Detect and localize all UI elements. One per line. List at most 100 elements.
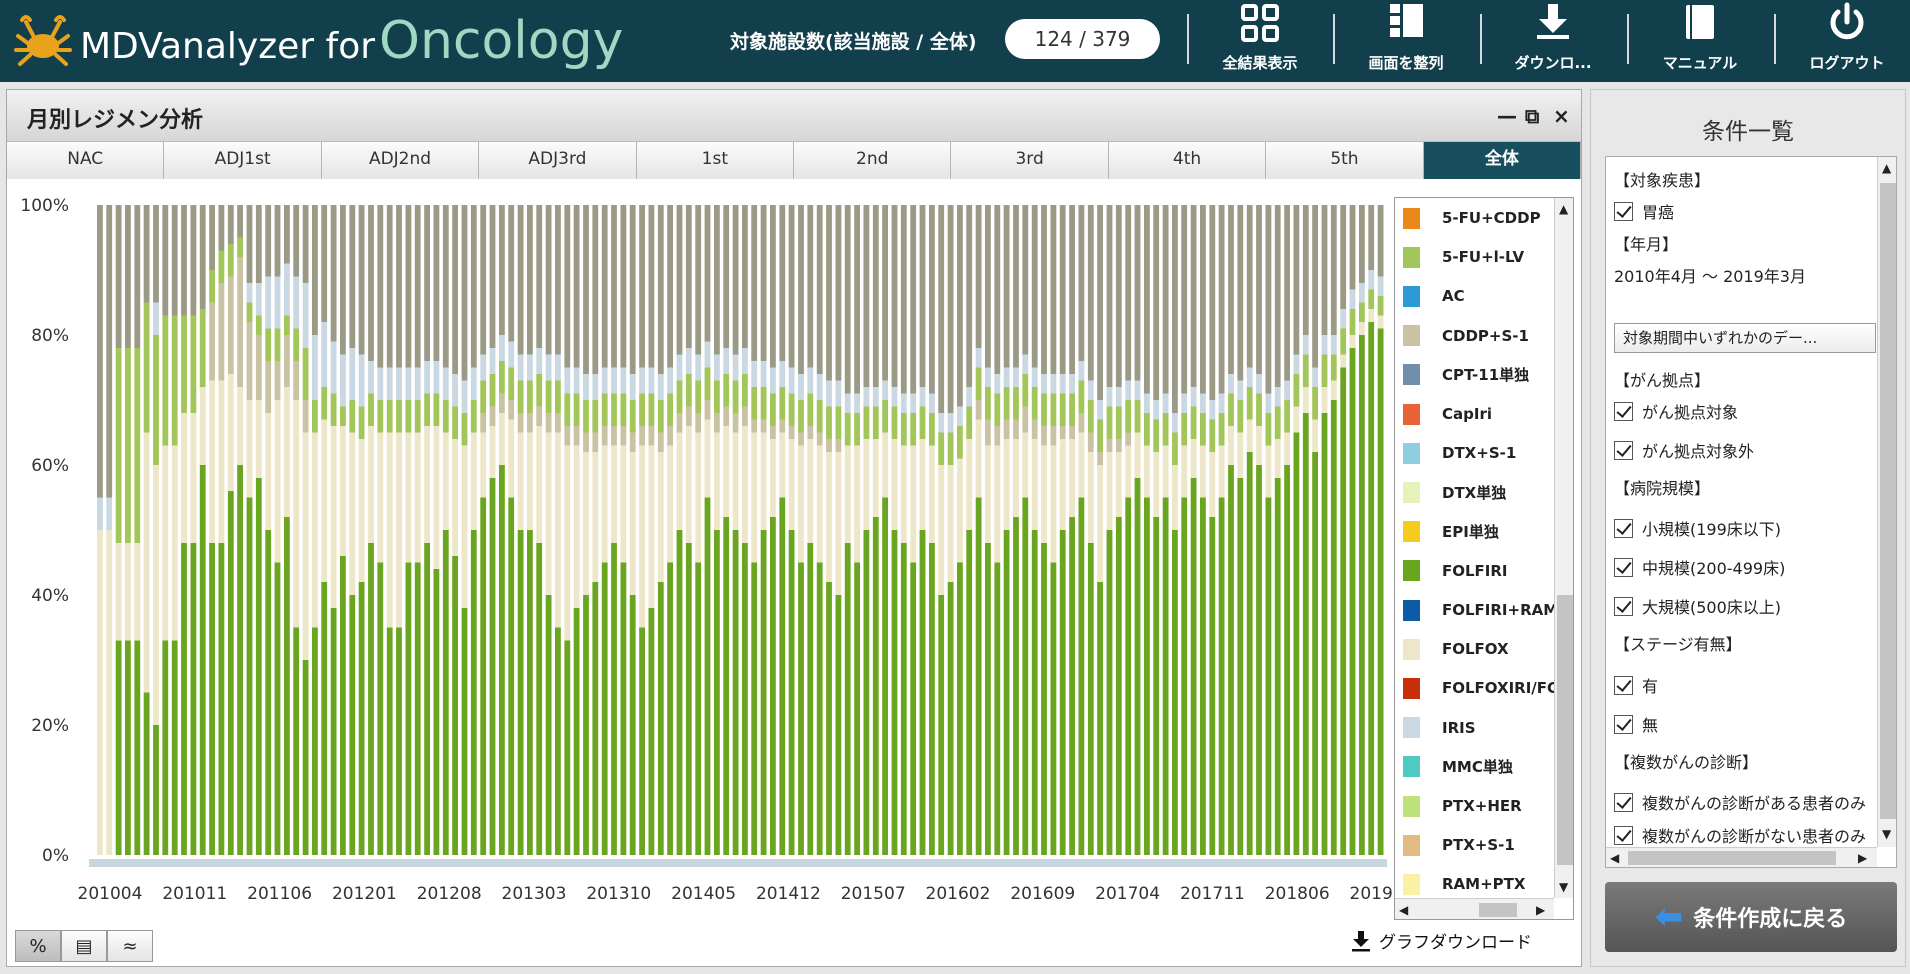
bar-segment: [1078, 432, 1085, 498]
back-to-conditions-button[interactable]: ⬅ 条件作成に戻る: [1605, 882, 1897, 952]
tab-1st[interactable]: 1st: [636, 142, 795, 179]
scale-mid-row[interactable]: 中規模(200-499床): [1614, 555, 1785, 579]
legend-item[interactable]: AC: [1403, 284, 1465, 308]
legend-item[interactable]: EPI単独: [1403, 520, 1499, 544]
scale-small-row[interactable]: 小規模(199床以下): [1614, 516, 1781, 540]
disease-checkbox-row[interactable]: 胃癌: [1614, 199, 1674, 223]
logout-button[interactable]: ログアウト: [1777, 0, 1910, 82]
legend-item[interactable]: CPT-11単独: [1403, 363, 1529, 387]
scroll-left-icon[interactable]: ◀: [1610, 851, 1619, 865]
checkbox-checked[interactable]: [1614, 557, 1633, 577]
bar-segment: [919, 530, 926, 855]
stage-no-row[interactable]: 無: [1614, 712, 1658, 736]
legend-item[interactable]: PTX+S-1: [1403, 833, 1515, 857]
checkbox-checked[interactable]: [1614, 201, 1633, 221]
conditions-vertical-scrollbar[interactable]: ▲ ▼: [1877, 157, 1896, 847]
y-tick-label: 80%: [31, 326, 69, 346]
legend-item[interactable]: PTX+HER: [1403, 794, 1522, 818]
legend-item[interactable]: RAM+PTX: [1403, 872, 1525, 896]
bar-segment: [218, 283, 225, 381]
manual-button[interactable]: マニュアル: [1630, 0, 1770, 82]
tab-2nd[interactable]: 2nd: [794, 142, 952, 179]
bar-segment: [134, 640, 141, 855]
scroll-thumb[interactable]: [1628, 851, 1836, 865]
tab-5th[interactable]: 5th: [1266, 142, 1424, 179]
scroll-down-icon[interactable]: ▼: [1559, 880, 1568, 894]
bar-segment: [648, 367, 655, 394]
bar-segment: [1181, 393, 1188, 413]
bar-segment: [1209, 205, 1216, 400]
legend-item[interactable]: MMC単独: [1403, 755, 1513, 779]
tab-3rd[interactable]: 3rd: [951, 142, 1109, 179]
scale-large-row[interactable]: 大規模(500床以上): [1614, 594, 1781, 618]
scroll-right-icon[interactable]: ▶: [1858, 851, 1867, 865]
all-results-button[interactable]: 全結果表示: [1190, 0, 1330, 82]
multi-yes-row[interactable]: 複数がんの診断がある患者のみ: [1614, 790, 1866, 814]
bar-segment: [1097, 582, 1103, 855]
bar-segment: [312, 627, 318, 855]
checkbox-checked[interactable]: [1614, 518, 1633, 538]
scroll-down-icon[interactable]: ▼: [1882, 827, 1891, 841]
scroll-left-icon[interactable]: ◀: [1399, 903, 1408, 917]
legend-item[interactable]: DTX+S-1: [1403, 441, 1516, 465]
hub-no-row[interactable]: がん拠点対象外: [1614, 438, 1754, 462]
scroll-right-icon[interactable]: ▶: [1536, 903, 1545, 917]
legend-item[interactable]: 5-FU+l-LV: [1403, 245, 1524, 269]
tab-adj1st[interactable]: ADJ1st: [164, 142, 322, 179]
percent-view-button[interactable]: %: [15, 930, 61, 962]
legend-item[interactable]: 5-FU+CDDP: [1403, 206, 1541, 230]
checkbox-checked[interactable]: [1614, 596, 1633, 616]
checkbox-checked[interactable]: [1614, 714, 1633, 734]
multi-no-row[interactable]: 複数がんの診断がない患者のみ: [1614, 823, 1866, 847]
line-view-button[interactable]: ≈: [107, 930, 153, 962]
hub-yes-row[interactable]: がん拠点対象: [1614, 399, 1738, 423]
conditions-horizontal-scrollbar[interactable]: ◀ ▶: [1606, 847, 1877, 867]
bar-segment: [414, 400, 421, 433]
legend-item[interactable]: FOLFOXIRI/FC: [1403, 676, 1558, 700]
checkbox-checked[interactable]: [1614, 401, 1633, 421]
scroll-thumb[interactable]: [1479, 903, 1517, 917]
legend-item[interactable]: FOLFIRI: [1403, 559, 1508, 583]
bar-segment: [1190, 205, 1197, 387]
bar-segment: [405, 562, 412, 855]
tab-adj3rd[interactable]: ADJ3rd: [479, 142, 637, 179]
checkbox-checked[interactable]: [1614, 825, 1633, 845]
bar-segment: [517, 432, 524, 530]
bar-segment: [573, 426, 580, 446]
tab-adj2nd[interactable]: ADJ2nd: [321, 142, 480, 179]
table-view-button[interactable]: ▤: [61, 930, 107, 962]
scroll-thumb[interactable]: [1880, 183, 1896, 819]
legend-item[interactable]: FOLFOX: [1403, 637, 1509, 661]
checkbox-checked[interactable]: [1614, 675, 1633, 695]
scroll-up-icon[interactable]: ▲: [1882, 161, 1891, 175]
period-select[interactable]: 対象期間中いずれかのデー...: [1614, 323, 1876, 353]
bar-segment: [545, 413, 552, 433]
arrange-screen-button[interactable]: 画面を整列: [1336, 0, 1476, 82]
tab-4th[interactable]: 4th: [1108, 142, 1267, 179]
bar-segment: [1228, 205, 1234, 374]
bar-segment: [284, 335, 290, 387]
tab-all[interactable]: 全体: [1423, 142, 1582, 179]
scroll-up-icon[interactable]: ▲: [1559, 202, 1568, 216]
bar-segment: [1041, 393, 1047, 426]
legend-item[interactable]: CapIri: [1403, 402, 1492, 426]
stage-yes-row[interactable]: 有: [1614, 673, 1658, 697]
close-icon[interactable]: ×: [1553, 104, 1570, 128]
checkbox-checked[interactable]: [1614, 440, 1633, 460]
download-button[interactable]: ダウンロ...: [1483, 0, 1623, 82]
minimize-icon[interactable]: —: [1497, 104, 1517, 128]
bar-segment: [910, 562, 917, 855]
legend-item[interactable]: DTX単独: [1403, 480, 1506, 504]
bar-segment: [143, 692, 150, 855]
scroll-thumb[interactable]: [1557, 595, 1573, 865]
legend-vertical-scrollbar[interactable]: ▲ ▼: [1554, 198, 1573, 898]
graph-download-button[interactable]: グラフダウンロード: [1349, 928, 1532, 953]
checkbox-checked[interactable]: [1614, 792, 1633, 812]
legend-item[interactable]: FOLFIRI+RAM: [1403, 598, 1558, 622]
legend-item[interactable]: CDDP+S-1: [1403, 324, 1529, 348]
restore-icon[interactable]: ⧉: [1525, 104, 1539, 128]
legend-item[interactable]: IRIS: [1403, 716, 1476, 740]
bar-segment: [162, 445, 169, 641]
legend-horizontal-scrollbar[interactable]: ◀ ▶: [1395, 898, 1554, 919]
tab-nac[interactable]: NAC: [7, 142, 165, 179]
